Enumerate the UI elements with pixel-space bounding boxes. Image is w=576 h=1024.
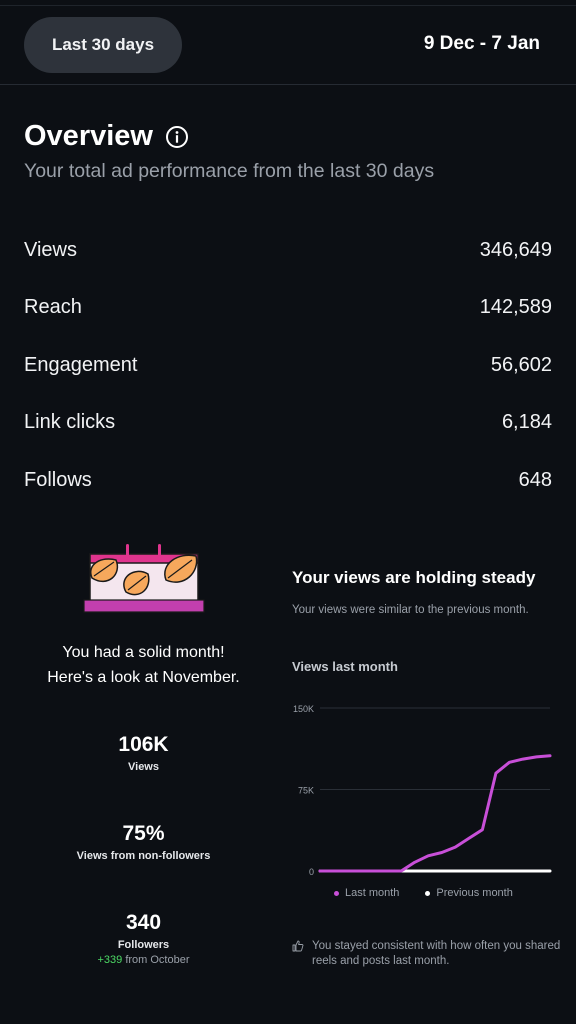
views-card-subtitle: Your views were similar to the previous … bbox=[292, 604, 529, 616]
date-range-label: 9 Dec - 7 Jan bbox=[423, 33, 540, 54]
views-line-chart: 0 75K 150K bbox=[293, 704, 552, 877]
legend-item-last-month: Last month bbox=[334, 887, 399, 899]
metric-label: Reach bbox=[24, 296, 82, 318]
stat-label: Views bbox=[128, 761, 159, 773]
stat-delta-value: +339 bbox=[97, 954, 123, 966]
stat-label: Followers bbox=[117, 939, 170, 951]
stat-value: 75% bbox=[122, 822, 165, 845]
metric-row-views[interactable]: Views 346,649 bbox=[24, 239, 552, 269]
stat-value: 340 bbox=[125, 911, 162, 934]
stat-label: Views from non-followers bbox=[76, 850, 211, 862]
chart-heading: Views last month bbox=[292, 659, 398, 674]
metric-value: 648 bbox=[518, 469, 552, 491]
metric-value: 142,589 bbox=[479, 296, 552, 318]
legend-dot-previous-month bbox=[425, 890, 431, 896]
metric-label: Engagement bbox=[24, 354, 138, 376]
metric-value: 346,649 bbox=[479, 239, 552, 261]
stat-views: 106K Views bbox=[0, 733, 287, 773]
date-range-button[interactable]: Last 30 days bbox=[24, 17, 182, 73]
metric-label: Views bbox=[24, 239, 77, 261]
y-tick-label: 0 bbox=[309, 867, 314, 877]
info-icon[interactable] bbox=[165, 125, 189, 149]
calendar-leaves-illustration bbox=[83, 544, 205, 613]
views-card-title: Your views are holding steady bbox=[292, 568, 536, 587]
stat-delta: +339 from October bbox=[0, 954, 287, 966]
note-text: You stayed consistent with how often you… bbox=[312, 940, 561, 967]
legend-label: Previous month bbox=[436, 887, 513, 899]
overview-title: Overview bbox=[24, 120, 153, 152]
metric-label: Follows bbox=[24, 469, 92, 491]
legend-dot-last-month bbox=[334, 890, 339, 896]
metric-value: 56,602 bbox=[490, 354, 552, 376]
monthly-headline: You had a solid month! Here's a look at … bbox=[47, 644, 240, 686]
metric-label: Link clicks bbox=[24, 411, 116, 433]
metric-value: 6,184 bbox=[501, 411, 552, 433]
metric-row-link-clicks[interactable]: Link clicks 6,184 bbox=[24, 411, 552, 441]
legend-label: Last month bbox=[345, 887, 400, 899]
y-tick-label: 75K bbox=[298, 786, 314, 796]
stat-non-followers: 75% Views from non-followers bbox=[0, 822, 287, 862]
metric-row-reach[interactable]: Reach 142,589 bbox=[24, 296, 552, 326]
stat-delta-suffix: from October bbox=[122, 954, 190, 966]
stat-value: 106K bbox=[118, 733, 169, 756]
metric-row-engagement[interactable]: Engagement 56,602 bbox=[24, 354, 552, 384]
legend-item-previous-month: Previous month bbox=[425, 887, 513, 899]
consistency-note: You stayed consistent with how often you… bbox=[292, 939, 576, 969]
stat-followers: 340 Followers +339 from October bbox=[0, 911, 287, 966]
series-line-last-month bbox=[318, 754, 552, 873]
metric-row-follows[interactable]: Follows 648 bbox=[24, 469, 552, 499]
y-tick-label: 150K bbox=[293, 704, 314, 714]
overview-subtitle: Your total ad performance from the last … bbox=[24, 160, 435, 182]
thumbs-up-icon bbox=[292, 940, 304, 952]
chart-legend: Last month Previous month bbox=[334, 887, 513, 899]
date-filter-bar: Last 30 days 9 Dec - 7 Jan bbox=[0, 0, 576, 85]
